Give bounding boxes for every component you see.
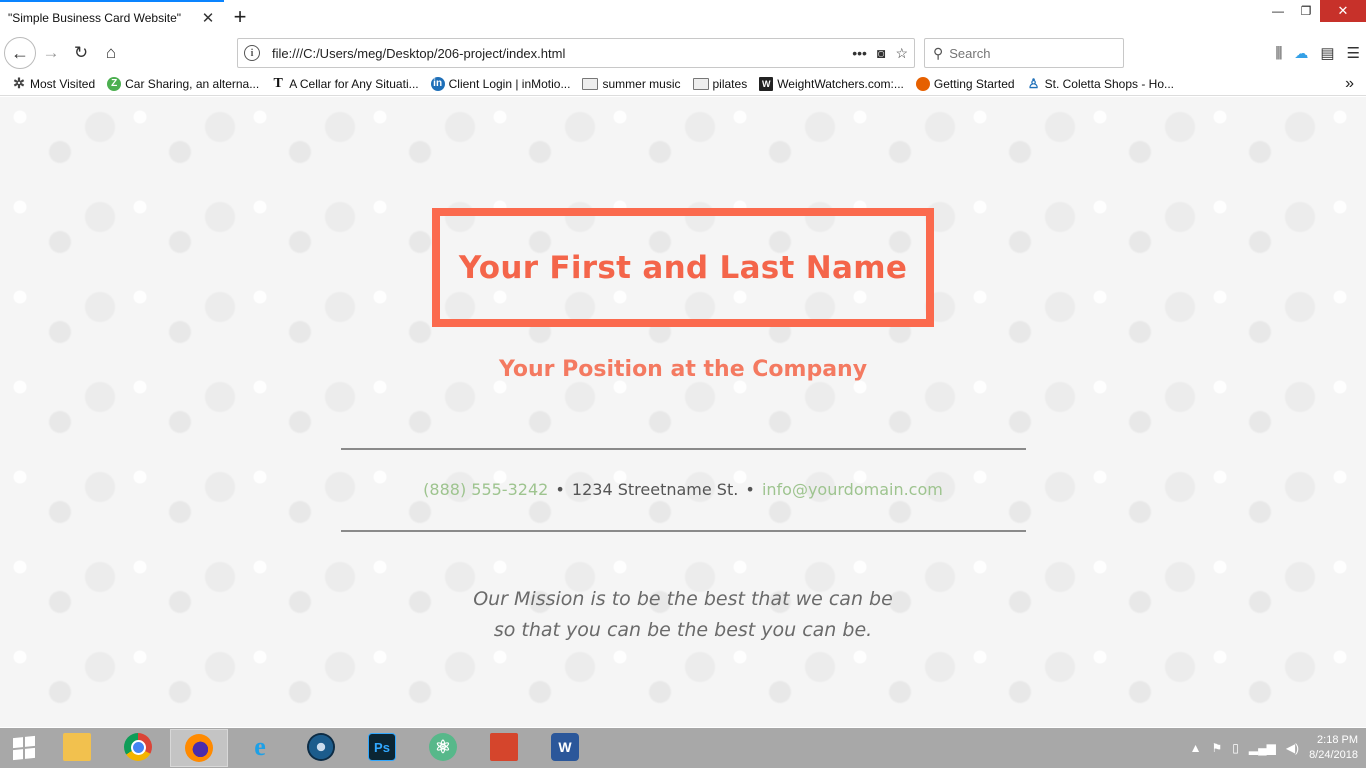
folder-icon	[582, 77, 599, 90]
nyt-icon: T	[273, 75, 283, 91]
bookmark-most-visited[interactable]: ✲ Most Visited	[12, 75, 95, 91]
arrow-right-icon: →	[42, 43, 60, 62]
firefox-icon	[915, 76, 930, 91]
sidebar-icon[interactable]: ▤	[1320, 44, 1334, 62]
divider-top	[341, 448, 1026, 450]
folder-icon	[692, 77, 709, 90]
menu-icon[interactable]: ☰	[1347, 44, 1360, 62]
url-actions: ••• ◙ ☆	[852, 45, 908, 62]
atom-icon: ⚛	[429, 733, 457, 761]
page-actions-icon[interactable]: •••	[852, 45, 867, 61]
reload-button[interactable]: ↻	[66, 38, 96, 68]
address-bar[interactable]: i file:///C:/Users/meg/Desktop/206-proje…	[237, 38, 915, 68]
window-controls: — ❐ ✕	[1264, 0, 1366, 22]
separator: •	[745, 480, 755, 499]
gear-icon: ✲	[13, 75, 25, 91]
taskbar-firefox[interactable]	[170, 729, 228, 767]
bookmark-st-coletta[interactable]: ♙ St. Coletta Shops - Ho...	[1027, 75, 1174, 91]
email-link[interactable]: info@yourdomain.com	[762, 480, 943, 499]
word-icon: W	[551, 733, 579, 761]
clock-date: 8/24/2018	[1309, 749, 1358, 761]
restore-button[interactable]: ❐	[1292, 0, 1320, 22]
minimize-button[interactable]: —	[1264, 0, 1292, 22]
bookmark-summer-music[interactable]: summer music	[582, 77, 681, 91]
stcoletta-icon: ♙	[1027, 75, 1040, 91]
phone-link[interactable]: (888) 555-3242	[423, 480, 548, 499]
taskbar-photoshop[interactable]: Ps	[353, 729, 411, 767]
battery-icon[interactable]: ▯	[1232, 741, 1239, 755]
search-input[interactable]	[949, 45, 1110, 61]
chevron-double-right-icon[interactable]: »	[1345, 75, 1354, 93]
address-text: 1234 Streetname St.	[571, 480, 739, 499]
windows-logo-icon	[13, 735, 35, 761]
arrow-left-icon: ←	[11, 42, 29, 63]
home-button[interactable]: ⌂	[96, 38, 126, 68]
chevron-up-icon[interactable]: ▲	[1190, 741, 1202, 755]
bookmark-weightwatchers[interactable]: W WeightWatchers.com:...	[759, 76, 904, 91]
tab-bar: "Simple Business Card Website" ✕ + — ❐ ✕	[0, 0, 1366, 34]
ww-icon: W	[759, 76, 774, 91]
cloud-icon[interactable]: ☁	[1294, 45, 1308, 62]
chrome-icon	[124, 733, 152, 761]
inmotion-icon: in	[430, 76, 445, 91]
file-explorer-icon	[63, 733, 91, 761]
red-app-icon	[490, 733, 518, 761]
taskbar-file-explorer[interactable]	[48, 729, 106, 767]
info-icon[interactable]: i	[244, 45, 260, 61]
tab-title: "Simple Business Card Website"	[8, 11, 182, 25]
bookmark-client-login[interactable]: in Client Login | inMotio...	[430, 76, 570, 91]
taskbar-chrome[interactable]	[109, 729, 167, 767]
start-button[interactable]	[0, 728, 48, 768]
bookmark-car-sharing[interactable]: Z Car Sharing, an alterna...	[107, 76, 259, 91]
media-disc-icon	[307, 733, 335, 761]
divider-bottom	[341, 530, 1026, 532]
bookmark-pilates[interactable]: pilates	[692, 77, 747, 91]
page-content: Your First and Last Name Your Position a…	[0, 97, 1366, 727]
bookmarks-toolbar: ✲ Most Visited Z Car Sharing, an alterna..…	[0, 72, 1366, 96]
clock[interactable]: 2:18 PM 8/24/2018	[1309, 733, 1358, 763]
taskbar-word[interactable]: W	[536, 729, 594, 767]
name-box: Your First and Last Name	[432, 208, 934, 327]
taskbar-media-disc[interactable]	[292, 729, 350, 767]
url-text[interactable]: file:///C:/Users/meg/Desktop/206-project…	[272, 46, 852, 61]
mission-statement: Our Mission is to be the best that we ca…	[0, 584, 1366, 646]
navigation-toolbar: ← → ↻ ⌂ i file:///C:/Users/meg/Desktop/2…	[0, 34, 1366, 72]
taskbar-red-app[interactable]	[475, 729, 533, 767]
mission-line-1: Our Mission is to be the best that we ca…	[473, 588, 893, 610]
home-icon: ⌂	[105, 43, 117, 62]
internet-explorer-icon: e	[254, 732, 266, 761]
card-position: Your Position at the Company	[498, 357, 868, 382]
search-bar[interactable]: ⚲	[924, 38, 1124, 68]
taskbar-atom[interactable]: ⚛	[414, 729, 472, 767]
system-tray: ▲ ⚑ ▯ ▂▄▆ ◀) 2:18 PM 8/24/2018	[1190, 728, 1358, 768]
bookmark-getting-started[interactable]: Getting Started	[915, 76, 1015, 91]
browser-tab[interactable]: "Simple Business Card Website" ✕	[0, 0, 224, 34]
close-icon[interactable]: ✕	[200, 10, 216, 27]
signal-icon[interactable]: ▂▄▆	[1249, 741, 1276, 755]
flag-icon[interactable]: ⚑	[1211, 741, 1222, 755]
separator: •	[555, 480, 565, 499]
clock-time: 2:18 PM	[1317, 734, 1358, 746]
zipcar-icon: Z	[107, 76, 122, 91]
close-window-button[interactable]: ✕	[1320, 0, 1366, 22]
volume-icon[interactable]: ◀)	[1286, 741, 1299, 755]
reload-icon: ↻	[73, 43, 89, 62]
mission-line-2: so that you can be the best you can be.	[493, 619, 873, 641]
card-name: Your First and Last Name	[458, 249, 908, 286]
taskbar: e Ps ⚛ W ▲ ⚑ ▯ ▂▄▆ ◀) 2:18 PM 8/24/2018	[0, 728, 1366, 768]
taskbar-internet-explorer[interactable]: e	[231, 729, 289, 767]
star-icon[interactable]: ☆	[895, 45, 908, 62]
library-icon[interactable]: ⫼	[1275, 45, 1282, 62]
photoshop-icon: Ps	[368, 733, 396, 761]
search-icon: ⚲	[933, 44, 944, 61]
new-tab-button[interactable]: +	[224, 0, 256, 34]
bookmark-cellar[interactable]: TA Cellar for Any Situati...	[271, 75, 419, 91]
toolbar-right: ⫼ ☁ ▤ ☰	[1275, 38, 1360, 68]
back-button[interactable]: ←	[4, 37, 36, 69]
forward-button[interactable]: →	[36, 38, 66, 68]
firefox-icon	[185, 734, 213, 762]
pocket-icon[interactable]: ◙	[877, 45, 885, 61]
contact-line: (888) 555-3242 • 1234 Streetname St. • i…	[0, 480, 1366, 499]
